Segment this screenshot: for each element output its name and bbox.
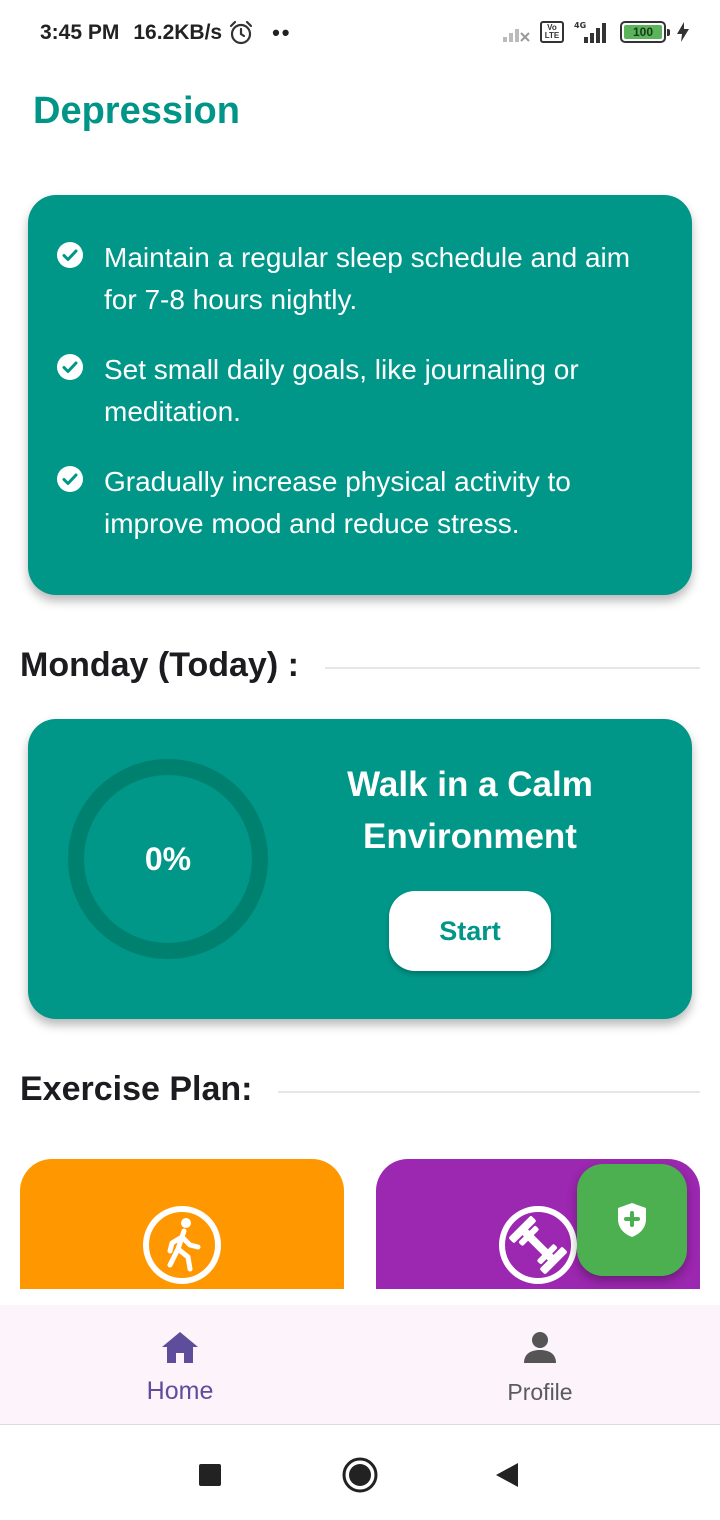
volte-icon: Vo LTE xyxy=(540,21,564,43)
battery-icon: 100 xyxy=(620,21,670,43)
today-heading: Monday (Today) : xyxy=(20,646,299,684)
home-icon xyxy=(162,1332,198,1363)
recents-icon[interactable] xyxy=(190,1455,230,1495)
section-divider xyxy=(324,666,700,669)
back-icon[interactable] xyxy=(488,1455,528,1495)
walking-icon xyxy=(143,1206,221,1284)
exercise-heading: Exercise Plan: xyxy=(20,1070,253,1108)
page-title: Depression xyxy=(33,90,240,132)
check-circle-icon xyxy=(57,466,83,492)
charging-icon xyxy=(677,22,689,42)
svg-text:4G: 4G xyxy=(574,21,586,30)
start-button[interactable]: Start xyxy=(389,891,551,971)
shield-plus-icon xyxy=(618,1203,646,1237)
tips-card: Maintain a regular sleep schedule and ai… xyxy=(28,195,692,595)
bottom-navigation: Home Profile xyxy=(0,1305,720,1425)
signal-4g-icon: 4G xyxy=(574,21,606,43)
exercise-section-header: Exercise Plan: xyxy=(20,1070,700,1109)
tip-item: Gradually increase physical activity to … xyxy=(56,461,662,545)
status-left: 3:45 PM 16.2KB/s •• xyxy=(40,20,292,46)
activity-title: Walk in a Calm Environment xyxy=(347,765,593,856)
notification-dots: •• xyxy=(272,20,292,45)
dumbbell-icon xyxy=(499,1206,577,1284)
network-speed: 16.2KB/s xyxy=(133,21,223,44)
status-time: 3:45 PM xyxy=(40,21,120,44)
tip-text: Gradually increase physical activity to … xyxy=(104,466,571,539)
health-fab-button[interactable] xyxy=(577,1164,687,1276)
tip-item: Set small daily goals, like journaling o… xyxy=(56,349,662,433)
tip-text: Maintain a regular sleep schedule and ai… xyxy=(104,242,631,315)
nav-label-profile: Profile xyxy=(507,1379,573,1405)
alarm-icon xyxy=(229,20,253,45)
progress-percentage: 0% xyxy=(144,840,192,877)
today-activity-card: 0% Walk in a Calm Environment Start xyxy=(28,719,692,1019)
system-navigation-bar xyxy=(0,1425,720,1520)
exercise-tile-walking[interactable] xyxy=(20,1159,344,1289)
nav-item-profile[interactable]: Profile xyxy=(360,1305,720,1424)
home-button-icon[interactable] xyxy=(340,1455,380,1495)
status-right: Vo LTE 4G 100 xyxy=(502,20,690,44)
today-section-header: Monday (Today) : xyxy=(20,646,700,685)
tip-item: Maintain a regular sleep schedule and ai… xyxy=(56,237,662,321)
section-divider xyxy=(278,1090,700,1093)
nav-item-home[interactable]: Home xyxy=(0,1305,360,1424)
signal-no-sim-icon xyxy=(503,29,530,42)
person-icon xyxy=(524,1332,556,1363)
check-circle-icon xyxy=(57,242,83,268)
check-circle-icon xyxy=(57,354,83,380)
nav-label-home: Home xyxy=(146,1377,214,1405)
tip-text: Set small daily goals, like journaling o… xyxy=(104,354,579,427)
battery-level: 100 xyxy=(624,25,662,39)
status-bar: 3:45 PM 16.2KB/s •• Vo LTE 4G 100 xyxy=(0,0,720,70)
